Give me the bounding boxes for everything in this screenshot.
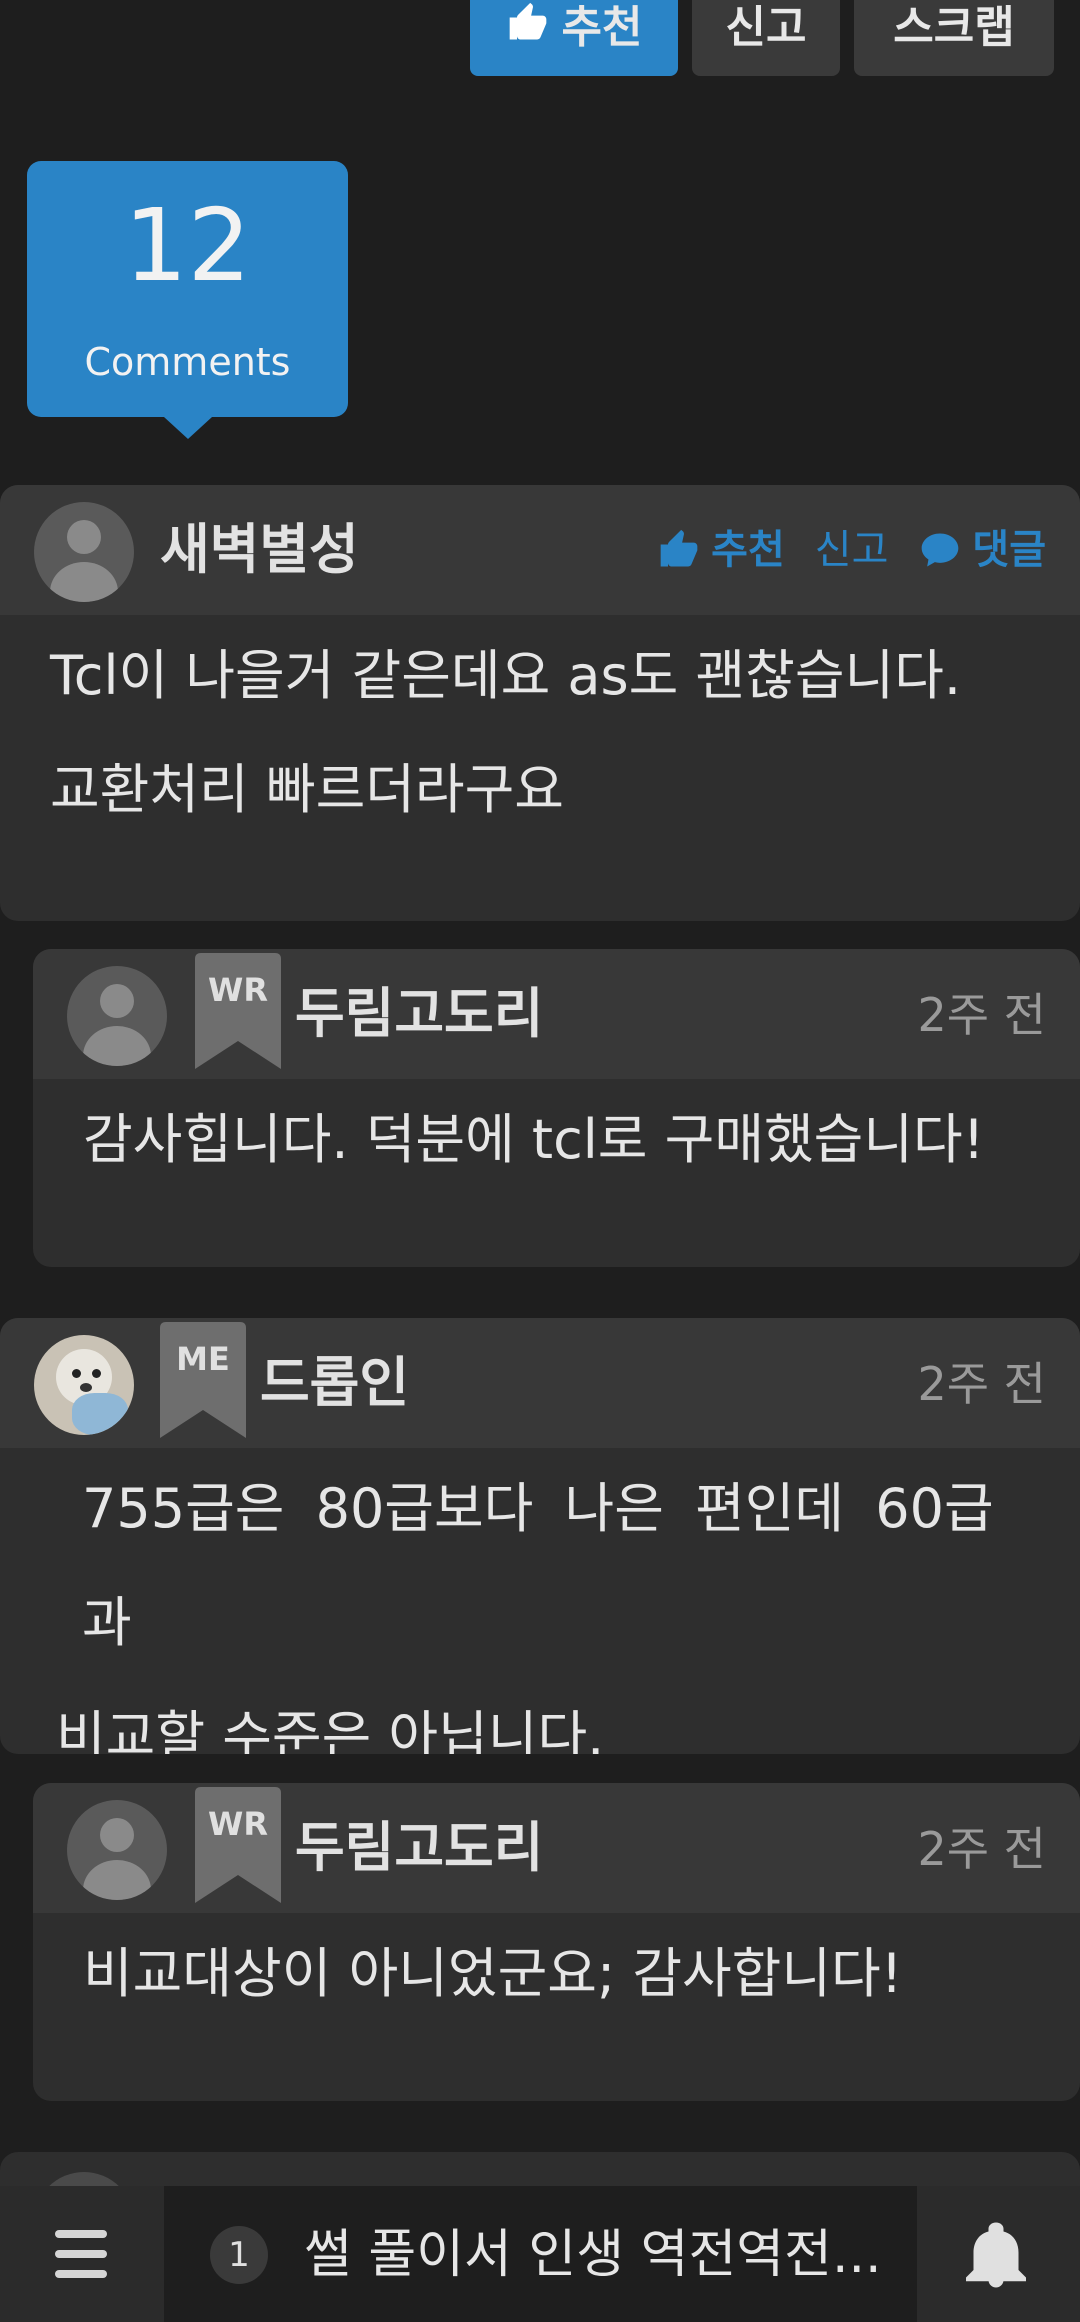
comment-text-line: 비교대상이 아니었군요; 감사합니다! — [83, 1942, 903, 2005]
comment-count-label: Comments — [84, 340, 291, 384]
comment-author[interactable]: 두림고도리 — [295, 1813, 543, 1883]
comment-recommend-label: 추천 — [711, 527, 785, 573]
badge-label: WR — [208, 971, 268, 1009]
comment-card: ME 드롭인 2주 전 755급은 80급보다 나은 편인데 60급과 비교할 … — [0, 1318, 1080, 1754]
badge-label: ME — [176, 1340, 230, 1378]
comment-header: ME 드롭인 2주 전 — [0, 1318, 1080, 1448]
post-report-label: 신고 — [725, 2, 807, 53]
ticker-rank: 1 — [210, 2226, 268, 2284]
avatar[interactable] — [67, 966, 167, 1066]
comment-body: 비교대상이 아니었군요; 감사합니다! — [33, 1913, 1080, 2031]
page: 추천 신고 스크랩 12 Comments 새벽별성 추천 신고 댓글 Tcl이… — [0, 0, 1080, 2322]
post-scrap-label: 스크랩 — [893, 2, 1015, 53]
comment-author[interactable]: 드롭인 — [260, 1348, 409, 1418]
comment-body: Tcl이 나을거 같은데요 as도 괜찮습니다. 교환처리 빠르더라구요 — [0, 615, 1080, 847]
comment-report-button[interactable]: 신고 — [815, 525, 889, 575]
bell-icon[interactable] — [966, 2222, 1026, 2288]
comment-header: WR 두림고도리 2주 전 — [33, 949, 1080, 1079]
reply-card: WR 두림고도리 2주 전 비교대상이 아니었군요; 감사합니다! — [33, 1783, 1080, 2101]
comment-text-line: 교환처리 빠르더라구요 — [50, 758, 564, 821]
comment-count-box: 12 Comments — [27, 161, 348, 439]
comment-header: 새벽별성 추천 신고 댓글 — [0, 485, 1080, 615]
comment-card: 새벽별성 추천 신고 댓글 Tcl이 나을거 같은데요 as도 괜찮습니다. 교… — [0, 485, 1080, 921]
comment-report-label: 신고 — [814, 527, 889, 573]
thumbs-up-icon — [660, 529, 698, 567]
reply-card: WR 두림고도리 2주 전 감사힙니다. 덕분에 tcl로 구매했습니다! — [33, 949, 1080, 1267]
comment-body: 755급은 80급보다 나은 편인데 60급과 비교할 수준은 아닙니다. — [0, 1448, 1080, 1754]
thumbs-up-icon — [509, 2, 546, 40]
speech-bubble-icon — [922, 533, 959, 567]
avatar[interactable] — [34, 1335, 134, 1435]
comment-body: 감사힙니다. 덕분에 tcl로 구매했습니다! — [33, 1079, 1080, 1197]
comment-actions: 추천 신고 댓글 — [657, 525, 1046, 575]
comment-count-number: 12 — [123, 187, 252, 304]
comment-time: 2주 전 — [917, 1822, 1046, 1876]
post-report-button[interactable]: 신고 — [692, 0, 840, 76]
avatar[interactable] — [67, 1800, 167, 1900]
comment-author[interactable]: 새벽별성 — [160, 515, 359, 585]
badge-label: WR — [208, 1805, 268, 1843]
comment-reply-label: 댓글 — [972, 527, 1046, 573]
comment-recommend-button[interactable]: 추천 — [657, 525, 785, 575]
ticker-text: 썰 풀이서 인생 역전역전... — [304, 2225, 882, 2285]
comment-time: 2주 전 — [917, 1357, 1046, 1411]
comment-text-line: 비교할 수준은 아닙니다. — [56, 1705, 605, 1754]
comment-reply-button[interactable]: 댓글 — [918, 525, 1046, 575]
comment-author[interactable]: 두림고도리 — [295, 979, 543, 1049]
comment-text-line: Tcl이 나을거 같은데요 as도 괜찮습니다. — [50, 644, 962, 707]
member-badge: ME — [160, 1322, 246, 1438]
post-recommend-button[interactable]: 추천 — [470, 0, 678, 76]
writer-badge: WR — [195, 953, 281, 1069]
post-recommend-label: 추천 — [561, 2, 643, 53]
comment-time: 2주 전 — [917, 988, 1046, 1042]
avatar[interactable] — [34, 502, 134, 602]
news-ticker[interactable]: 1 썰 풀이서 인생 역전역전... — [164, 2186, 917, 2322]
bottom-bar: 1 썰 풀이서 인생 역전역전... — [0, 2186, 1080, 2322]
writer-badge: WR — [195, 1787, 281, 1903]
comment-text-line: 755급은 80급보다 나은 편인데 60급과 — [82, 1477, 994, 1654]
comment-text-line: 감사힙니다. 덕분에 tcl로 구매했습니다! — [83, 1108, 985, 1171]
post-scrap-button[interactable]: 스크랩 — [854, 0, 1054, 76]
hamburger-menu-icon[interactable] — [55, 2230, 107, 2278]
comment-header: WR 두림고도리 2주 전 — [33, 1783, 1080, 1913]
post-actions: 추천 신고 스크랩 — [470, 0, 1054, 76]
